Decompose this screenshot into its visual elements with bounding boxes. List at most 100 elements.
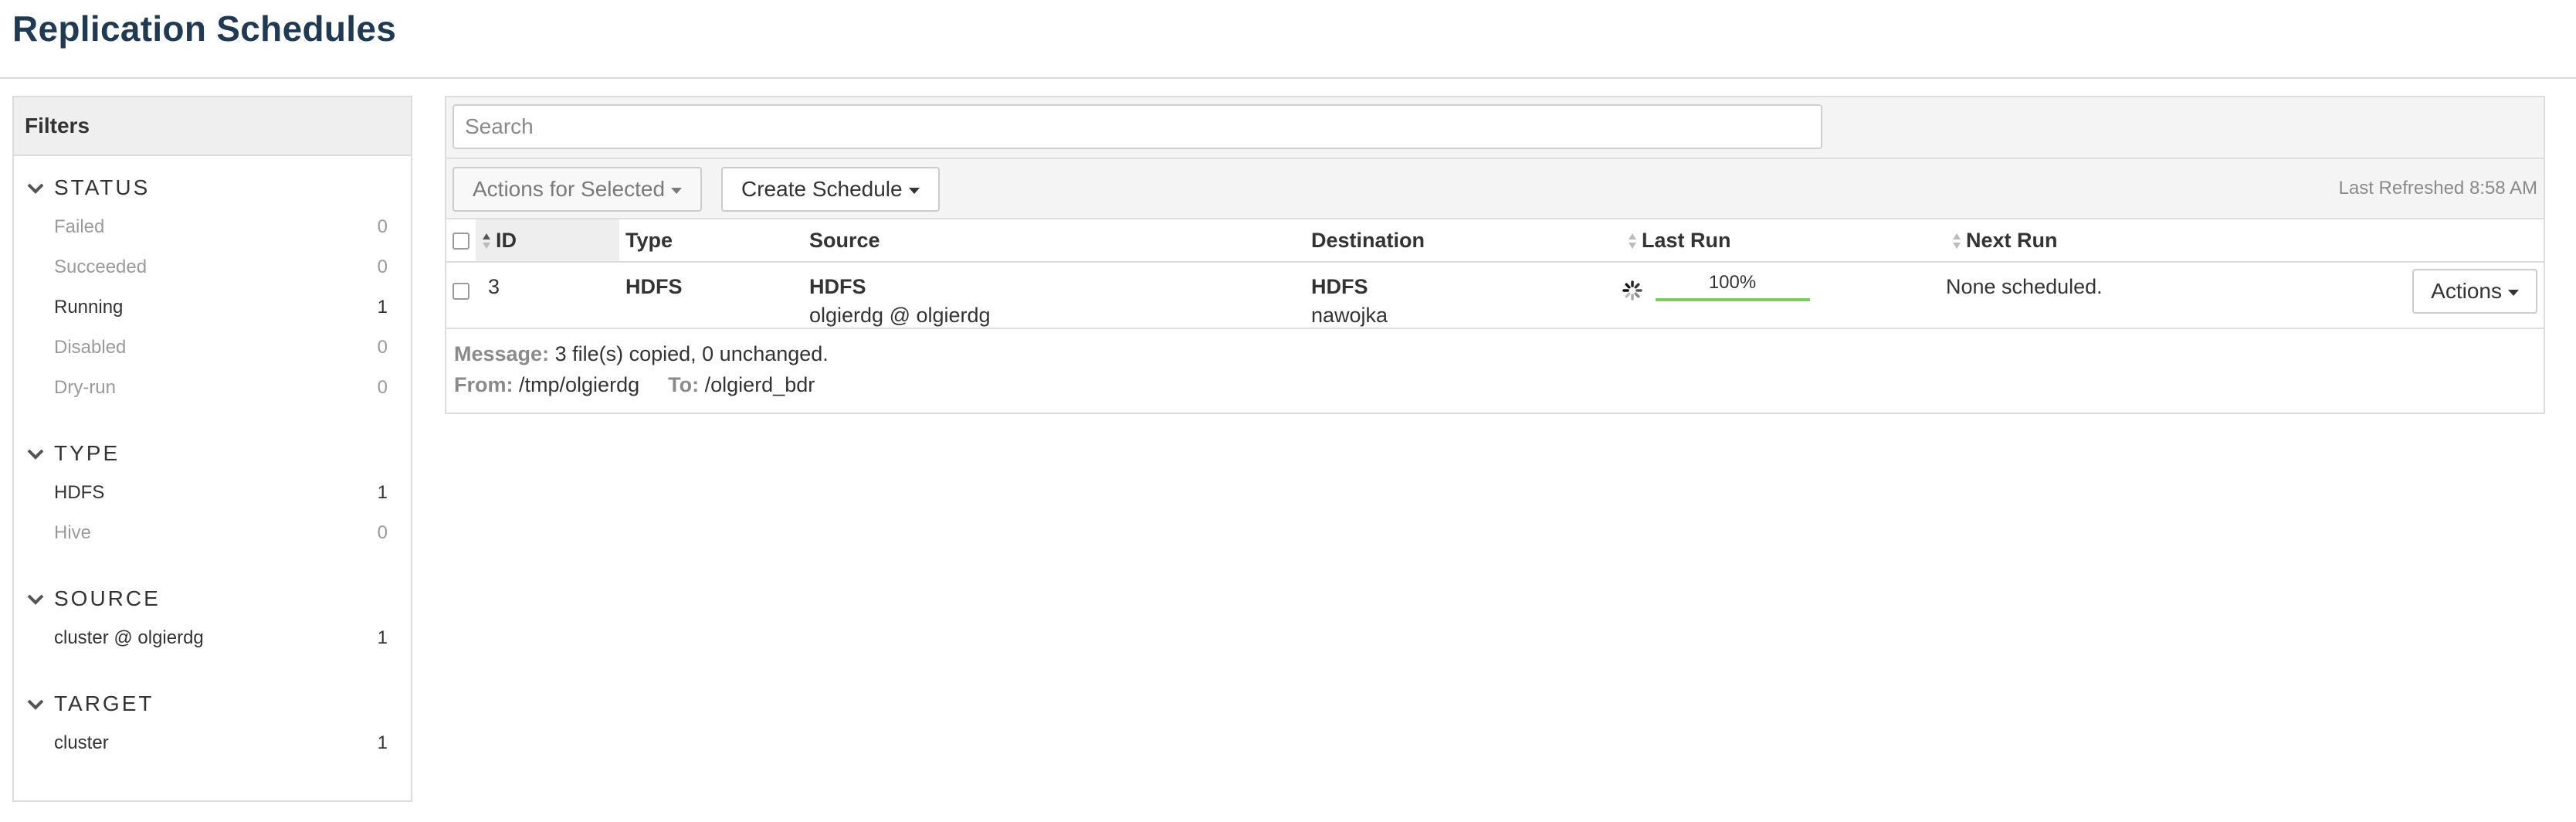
filter-group-title-status[interactable]: STATUS bbox=[14, 168, 411, 207]
last-refreshed: Last Refreshed 8:58 AM bbox=[2338, 178, 2537, 199]
filter-item-count: 1 bbox=[377, 732, 388, 753]
table-header-row: ID Type Source Destination Last Run Next… bbox=[446, 219, 2544, 263]
filter-item-count: 1 bbox=[377, 297, 388, 318]
filter-item-count: 1 bbox=[377, 482, 388, 503]
column-header-type[interactable]: Type bbox=[619, 219, 800, 263]
schedules-panel: Actions for Selected Create Schedule Las… bbox=[445, 96, 2545, 414]
column-header-last-run[interactable]: Last Run bbox=[1622, 219, 1946, 263]
message-text: 3 file(s) copied, 0 unchanged. bbox=[554, 342, 829, 365]
chevron-down-icon bbox=[27, 449, 44, 460]
filter-item-label: Hive bbox=[54, 522, 92, 543]
sort-icon bbox=[1629, 233, 1636, 250]
page-header: Replication Schedules bbox=[0, 0, 2576, 79]
filter-group-source: SOURCE cluster @ olgierdg 1 bbox=[14, 579, 411, 658]
cell-destination: HDFS nawojka bbox=[1303, 262, 1622, 329]
progress-fill bbox=[1655, 298, 1810, 301]
filter-group-label: STATUS bbox=[54, 175, 151, 199]
column-header-actions bbox=[2371, 219, 2544, 263]
column-header-label: ID bbox=[496, 228, 517, 252]
filter-item-hive[interactable]: Hive 0 bbox=[14, 513, 411, 553]
row-checkbox[interactable] bbox=[452, 282, 469, 300]
destination-detail: nawojka bbox=[1311, 304, 1388, 327]
filter-item-disabled[interactable]: Disabled 0 bbox=[14, 328, 411, 368]
source-type: HDFS bbox=[809, 275, 866, 298]
filter-group-status: STATUS Failed 0 Succeeded 0 Running 1 Di… bbox=[14, 168, 411, 408]
filter-item-label: Failed bbox=[54, 216, 105, 237]
column-header-id[interactable]: ID bbox=[476, 219, 619, 263]
column-header-destination[interactable]: Destination bbox=[1303, 219, 1622, 263]
caret-down-icon bbox=[2508, 289, 2519, 296]
chevron-down-icon bbox=[27, 699, 44, 710]
search-bar bbox=[446, 97, 2544, 159]
filter-item-label: HDFS bbox=[54, 482, 105, 503]
column-header-label: Last Run bbox=[1642, 228, 1731, 252]
filters-sidebar: Filters STATUS Failed 0 Succeeded 0 Runn… bbox=[12, 96, 412, 802]
sort-icon bbox=[483, 233, 490, 250]
filter-group-type: TYPE HDFS 1 Hive 0 bbox=[14, 434, 411, 553]
search-input[interactable] bbox=[452, 104, 1822, 149]
cell-next-run: None scheduled. bbox=[1946, 262, 2371, 329]
filter-item-count: 0 bbox=[377, 216, 388, 237]
create-schedule-label: Create Schedule bbox=[741, 177, 903, 201]
select-all-cell bbox=[446, 219, 476, 263]
last-run-progress: 100% bbox=[1655, 272, 1810, 306]
filter-item-succeeded[interactable]: Succeeded 0 bbox=[14, 247, 411, 287]
create-schedule-button[interactable]: Create Schedule bbox=[721, 167, 940, 212]
column-header-next-run[interactable]: Next Run bbox=[1946, 219, 2371, 263]
to-label: To: bbox=[668, 373, 700, 396]
filter-group-title-type[interactable]: TYPE bbox=[14, 434, 411, 473]
sort-icon bbox=[1953, 233, 1961, 250]
column-header-label: Type bbox=[625, 228, 673, 252]
row-select-cell bbox=[446, 262, 476, 329]
filter-item-label: Dry-run bbox=[54, 377, 117, 398]
cell-actions: Actions bbox=[2371, 262, 2544, 329]
row-actions-label: Actions bbox=[2431, 279, 2502, 303]
filter-item-failed[interactable]: Failed 0 bbox=[14, 207, 411, 247]
progress-label: 100% bbox=[1708, 272, 1757, 293]
filter-item-label: Running bbox=[54, 297, 124, 318]
filter-item-dry-run[interactable]: Dry-run 0 bbox=[14, 368, 411, 408]
filter-group-label: TARGET bbox=[54, 691, 154, 715]
caret-down-icon bbox=[908, 187, 920, 194]
actions-for-selected-label: Actions for Selected bbox=[473, 177, 666, 201]
from-label: From: bbox=[454, 373, 514, 396]
table-row[interactable]: 3 HDFS HDFS olgierdg @ olgierdg HDFS naw… bbox=[446, 262, 2544, 329]
filter-item-label: Disabled bbox=[54, 337, 127, 358]
message-area: Message: 3 file(s) copied, 0 unchanged. … bbox=[446, 329, 2544, 400]
chevron-down-icon bbox=[27, 183, 44, 194]
select-all-checkbox[interactable] bbox=[452, 233, 469, 250]
destination-type: HDFS bbox=[1311, 275, 1368, 298]
filter-item-count: 0 bbox=[377, 377, 388, 398]
schedules-table: ID Type Source Destination Last Run Next… bbox=[446, 219, 2544, 329]
message-label: Message: bbox=[454, 342, 550, 365]
to-value: /olgierd_bdr bbox=[704, 373, 815, 396]
filter-group-title-source[interactable]: SOURCE bbox=[14, 579, 411, 618]
filter-item-running[interactable]: Running 1 bbox=[14, 287, 411, 328]
column-header-source[interactable]: Source bbox=[800, 219, 1303, 263]
filter-group-label: TYPE bbox=[54, 441, 120, 465]
spinner-icon bbox=[1622, 280, 1642, 301]
cell-source: HDFS olgierdg @ olgierdg bbox=[800, 262, 1303, 329]
filter-item-label: cluster @ olgierdg bbox=[54, 627, 204, 648]
column-header-label: Next Run bbox=[1966, 228, 2058, 252]
filter-item-count: 0 bbox=[377, 256, 388, 277]
filters-title: Filters bbox=[14, 97, 411, 156]
filter-item-cluster-olgierdg[interactable]: cluster @ olgierdg 1 bbox=[14, 618, 411, 658]
filter-group-title-target[interactable]: TARGET bbox=[14, 684, 411, 723]
source-detail: olgierdg @ olgierdg bbox=[809, 304, 991, 327]
filter-item-hdfs[interactable]: HDFS 1 bbox=[14, 473, 411, 513]
from-value: /tmp/olgierdg bbox=[519, 373, 640, 396]
column-header-label: Source bbox=[809, 228, 880, 252]
filter-item-count: 0 bbox=[377, 522, 388, 543]
filter-item-count: 0 bbox=[377, 337, 388, 358]
cell-id: 3 bbox=[476, 262, 619, 329]
row-actions-button[interactable]: Actions bbox=[2412, 269, 2537, 314]
filter-group-target: TARGET cluster 1 bbox=[14, 684, 411, 763]
toolbar: Actions for Selected Create Schedule Las… bbox=[446, 159, 2544, 219]
actions-for-selected-button[interactable]: Actions for Selected bbox=[452, 167, 703, 212]
chevron-down-icon bbox=[27, 594, 44, 605]
filter-item-label: cluster bbox=[54, 732, 109, 753]
filter-item-cluster[interactable]: cluster 1 bbox=[14, 723, 411, 763]
filter-item-label: Succeeded bbox=[54, 256, 147, 277]
cell-last-run: 100% bbox=[1622, 262, 1946, 329]
